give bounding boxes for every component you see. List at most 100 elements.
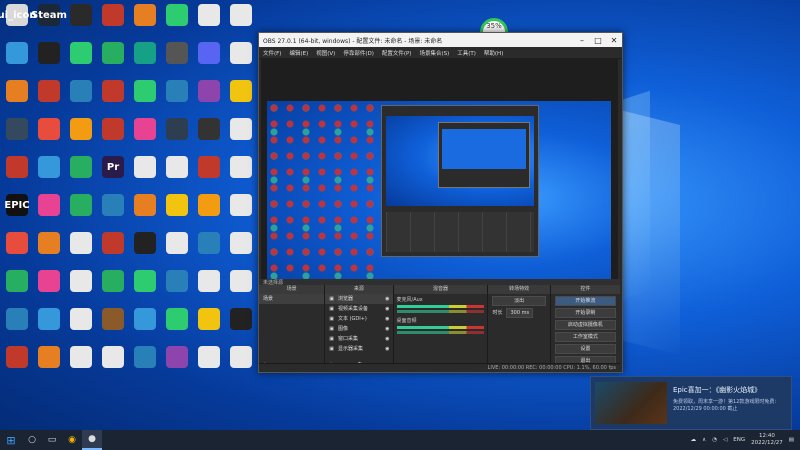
obs-preview[interactable] — [261, 59, 618, 317]
desktop-icon[interactable] — [0, 42, 34, 64]
maximize-icon[interactable]: □ — [590, 36, 606, 45]
desktop-icon[interactable]: EPIC — [0, 194, 34, 216]
desktop-icon[interactable] — [128, 232, 162, 254]
desktop-icon[interactable] — [32, 194, 66, 216]
desktop-icon[interactable] — [96, 270, 130, 292]
desktop-icon[interactable] — [160, 308, 194, 330]
desktop-icon[interactable] — [160, 42, 194, 64]
visibility-icon[interactable]: ◉ — [385, 334, 392, 344]
menu-item[interactable]: 停靠部件(D) — [343, 49, 374, 57]
desktop-icon[interactable] — [64, 42, 98, 64]
desktop-icon[interactable] — [64, 4, 98, 26]
menu-item[interactable]: 场景集合(S) — [419, 49, 449, 57]
desktop-icon[interactable] — [64, 194, 98, 216]
desktop-icon[interactable] — [32, 118, 66, 140]
source-item[interactable]: ▣ 视频采集设备 ◉ — [325, 304, 392, 314]
desktop-icon[interactable] — [192, 42, 226, 64]
desktop-icon[interactable] — [160, 346, 194, 368]
volume-icon[interactable]: ◁ — [723, 437, 727, 443]
desktop-icon[interactable] — [96, 80, 130, 102]
source-item[interactable]: ▣ 窗口采集 ◉ — [325, 334, 392, 344]
obs-titlebar[interactable]: OBS 27.0.1 (64-bit, windows) - 配置文件: 未命名… — [259, 33, 622, 47]
desktop-icon[interactable] — [160, 80, 194, 102]
duration-input[interactable]: 300 ms — [506, 308, 534, 318]
menu-item[interactable]: 编辑(E) — [289, 49, 308, 57]
desktop-icon[interactable] — [32, 270, 66, 292]
desktop-icon[interactable] — [192, 194, 226, 216]
desktop-icon[interactable] — [160, 156, 194, 178]
desktop-icon[interactable] — [32, 308, 66, 330]
menu-item[interactable]: 帮助(H) — [484, 49, 503, 57]
desktop-icon[interactable] — [192, 156, 226, 178]
desktop-icon[interactable] — [32, 80, 66, 102]
menu-item[interactable]: 工具(T) — [457, 49, 476, 57]
volume-slider[interactable] — [396, 310, 485, 313]
desktop-icon[interactable] — [128, 42, 162, 64]
visibility-icon[interactable]: ◉ — [385, 294, 392, 304]
weather-icon[interactable]: ☁ — [691, 437, 697, 443]
menu-item[interactable]: 文件(F) — [263, 49, 281, 57]
desktop-icon[interactable] — [0, 308, 34, 330]
desktop-icon[interactable] — [128, 308, 162, 330]
desktop-icon[interactable] — [96, 308, 130, 330]
minimize-icon[interactable]: – — [574, 36, 590, 45]
desktop-icon[interactable] — [224, 270, 258, 292]
desktop-icon[interactable] — [224, 156, 258, 178]
desktop-icon[interactable] — [160, 232, 194, 254]
desktop-icon[interactable] — [96, 4, 130, 26]
source-item[interactable]: ▣ 文本 (GDI+) ◉ — [325, 314, 392, 324]
desktop-icon[interactable] — [192, 4, 226, 26]
desktop-icon[interactable] — [64, 270, 98, 292]
source-item[interactable]: ▣ 图像 ◉ — [325, 324, 392, 334]
windows-start-icon[interactable]: ⊞ — [0, 434, 22, 447]
menu-item[interactable]: 视图(V) — [316, 49, 335, 57]
desktop-icon[interactable] — [128, 118, 162, 140]
network-icon[interactable]: ◔ — [712, 437, 717, 443]
desktop-icon[interactable] — [32, 232, 66, 254]
desktop-icon[interactable] — [128, 346, 162, 368]
menu-item[interactable]: 配置文件(P) — [382, 49, 412, 57]
notification-center-icon[interactable]: ▤ — [789, 437, 794, 443]
desktop-icon[interactable] — [0, 346, 34, 368]
desktop-icon[interactable] — [224, 4, 258, 26]
desktop-icon[interactable] — [0, 80, 34, 102]
control-button[interactable]: 工作室模式 — [554, 332, 616, 342]
desktop-icon[interactable] — [224, 80, 258, 102]
desktop-icon[interactable] — [64, 346, 98, 368]
desktop-icon[interactable] — [192, 118, 226, 140]
desktop-icon[interactable] — [192, 346, 226, 368]
visibility-icon[interactable]: ◉ — [385, 304, 392, 314]
volume-slider[interactable] — [396, 331, 485, 334]
control-button[interactable]: 启动虚拟摄像机 — [554, 320, 616, 330]
desktop-icon[interactable] — [0, 270, 34, 292]
desktop-icon[interactable] — [96, 232, 130, 254]
close-icon[interactable]: ✕ — [606, 36, 622, 45]
desktop-icon[interactable] — [192, 80, 226, 102]
mixer-channel[interactable]: 麦克风/Aux — [394, 294, 488, 315]
desktop-icon[interactable] — [160, 270, 194, 292]
desktop-icon[interactable] — [224, 194, 258, 216]
clock[interactable]: 12:40 2022/12/27 — [751, 433, 783, 447]
desktop-icon[interactable] — [0, 232, 34, 254]
scene-item[interactable]: 场景 — [259, 294, 325, 304]
desktop-icon[interactable] — [224, 308, 258, 330]
epic-notification[interactable]: Epic喜加一：《幽影火焰城》 免费领取，周末享一游！第12款游戏限时免费：20… — [590, 376, 792, 430]
source-item[interactable]: ▣ 显示器采集 ◉ — [325, 344, 392, 354]
desktop-icon[interactable] — [192, 308, 226, 330]
desktop-icon[interactable] — [128, 194, 162, 216]
desktop-icon[interactable] — [224, 232, 258, 254]
control-button[interactable]: 开始录制 — [554, 308, 616, 318]
desktop-icon[interactable] — [32, 346, 66, 368]
desktop-icon[interactable] — [160, 118, 194, 140]
desktop-icon[interactable] — [224, 42, 258, 64]
desktop-icon[interactable] — [64, 118, 98, 140]
chrome-icon[interactable]: ◉ — [62, 430, 82, 450]
search-icon[interactable]: ○ — [22, 430, 42, 450]
desktop-icon[interactable] — [64, 156, 98, 178]
desktop-icon[interactable] — [128, 156, 162, 178]
desktop-icon[interactable] — [192, 270, 226, 292]
desktop-icon[interactable] — [160, 4, 194, 26]
chevron-up-icon[interactable]: ∧ — [702, 437, 706, 443]
desktop-icon[interactable] — [32, 42, 66, 64]
desktop-icon[interactable] — [128, 270, 162, 292]
